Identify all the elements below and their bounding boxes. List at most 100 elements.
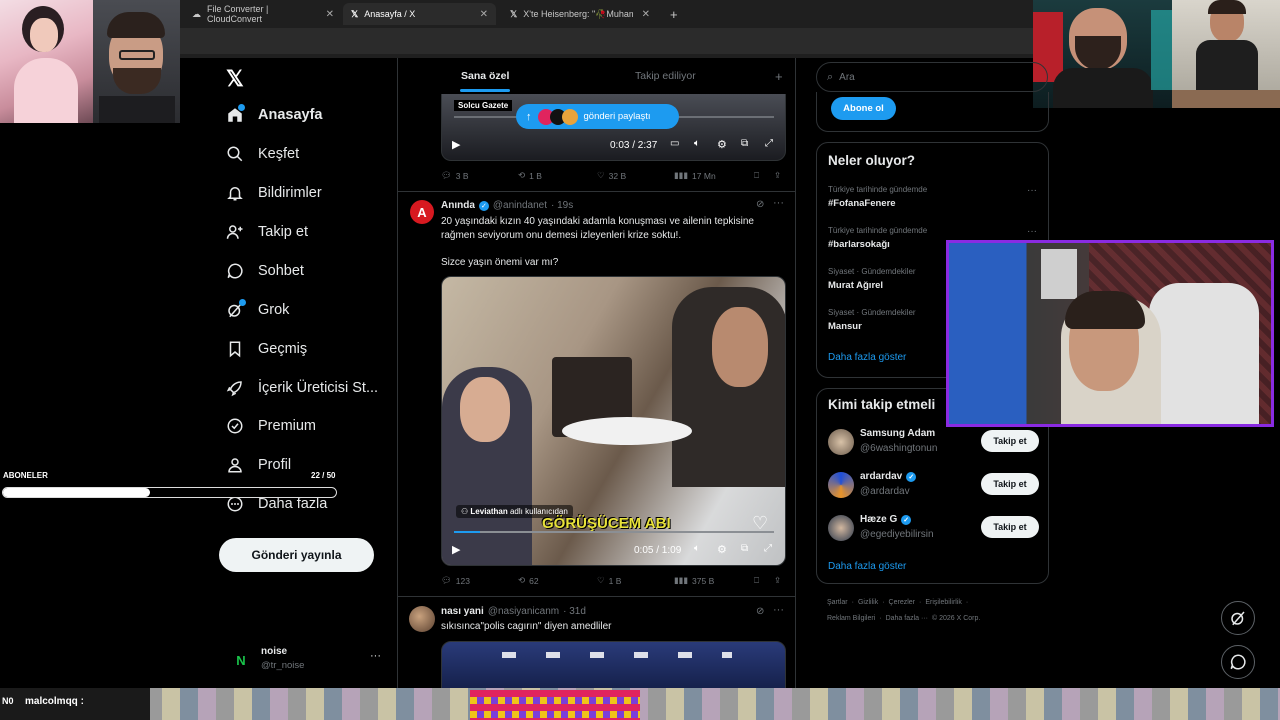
sidebar-item-chat[interactable]: Sohbet bbox=[226, 262, 304, 280]
browser-tab-heisenberg[interactable]: 𝕏 X'te Heisenberg: "🥀Muhamme ✕ bbox=[502, 3, 658, 25]
suggested-user-name-row[interactable]: ardardav ✓ bbox=[860, 471, 917, 482]
bookmark-button[interactable]: ⎕ bbox=[754, 170, 759, 181]
author-handle[interactable]: @anindanet bbox=[493, 200, 547, 211]
bookmark-button[interactable]: ⎕ bbox=[754, 575, 759, 586]
sidebar-item-explore[interactable]: Keşfet bbox=[226, 145, 299, 163]
sidebar-item-notifications[interactable]: Bildirimler bbox=[226, 184, 322, 202]
more-icon[interactable]: ··· bbox=[370, 650, 381, 662]
trend-item[interactable]: Türkiye tarihinde gündemde #barlarsokağı bbox=[828, 226, 927, 250]
search-box[interactable]: ⌕ Ara bbox=[816, 62, 1048, 92]
volume-icon[interactable]: 🔈︎ bbox=[694, 543, 700, 554]
footer-link[interactable]: Şartlar bbox=[827, 599, 848, 606]
close-tab-icon[interactable]: ✕ bbox=[642, 9, 650, 20]
who-to-follow-title: Kimi takip etmeli bbox=[828, 397, 936, 412]
share-button[interactable]: ⇪ bbox=[774, 575, 781, 586]
volume-icon[interactable]: 🔈︎ bbox=[694, 138, 700, 149]
reply-button[interactable]: 💬︎ 123 bbox=[441, 575, 470, 586]
sidebar-item-follow[interactable]: Takip et bbox=[226, 223, 308, 241]
author-name[interactable]: Anında bbox=[441, 200, 475, 211]
browser-tab-cloudconvert[interactable]: ☁ File Converter | CloudConvert ✕ bbox=[184, 3, 342, 25]
sidebar-item-profile[interactable]: Profil bbox=[226, 456, 291, 474]
suggested-user-name[interactable]: Samsung Adam bbox=[860, 428, 935, 439]
tab-following[interactable]: Takip ediliyor bbox=[635, 58, 696, 94]
footer-link[interactable]: Erişilebilirlik bbox=[925, 599, 962, 606]
grok-icon[interactable]: ⊘ bbox=[756, 606, 764, 617]
avatar[interactable] bbox=[828, 515, 854, 541]
account-name: noise bbox=[261, 646, 288, 657]
fullscreen-icon[interactable]: ⤢ bbox=[764, 543, 772, 554]
author-name[interactable]: nası yani bbox=[441, 606, 484, 617]
views-button[interactable]: ▮▮▮ 17 Mn bbox=[674, 170, 716, 181]
webcam-left-2 bbox=[93, 0, 180, 123]
sidebar-item-history[interactable]: Geçmiş bbox=[226, 340, 307, 358]
views-button[interactable]: ▮▮▮ 375 B bbox=[674, 575, 714, 586]
subscribe-button[interactable]: Abone ol bbox=[831, 97, 896, 120]
more-icon[interactable]: ··· bbox=[773, 604, 784, 616]
sidebar-item-premium[interactable]: Premium bbox=[226, 417, 316, 435]
new-tab-button[interactable]: + bbox=[662, 3, 682, 25]
grok-icon[interactable]: ⊘ bbox=[756, 199, 764, 210]
avatar[interactable] bbox=[828, 472, 854, 498]
settings-icon[interactable]: ⚙ bbox=[717, 543, 727, 556]
browser-tab-x-home[interactable]: 𝕏 Anasayfa / X ✕ bbox=[343, 3, 496, 25]
avatar[interactable] bbox=[828, 429, 854, 455]
like-button[interactable]: ♡ 1 B bbox=[597, 575, 621, 586]
video-progress[interactable] bbox=[454, 531, 774, 533]
post-button[interactable]: Gönderi yayınla bbox=[219, 538, 374, 572]
repost-button[interactable]: ⟲ 62 bbox=[518, 575, 539, 586]
address-bar[interactable] bbox=[180, 28, 1033, 54]
video-player[interactable]: ⚇ Leviathan adlı kullanıcıdan GÖRÜŞÜCEM … bbox=[441, 276, 786, 566]
play-icon[interactable]: ▶ bbox=[452, 138, 460, 151]
follow-button[interactable]: Takip et bbox=[981, 430, 1039, 452]
account-switcher[interactable]: N noise @tr_noise ··· bbox=[226, 646, 386, 676]
trend-item[interactable]: Siyaset · Gündemdekiler Mansur bbox=[828, 308, 916, 332]
grok-floating-button[interactable] bbox=[1221, 601, 1255, 635]
bookmark-icon bbox=[229, 341, 241, 358]
rocket-icon bbox=[226, 381, 242, 397]
close-tab-icon[interactable]: ✕ bbox=[326, 9, 334, 20]
show-more-follow-link[interactable]: Daha fazla göster bbox=[828, 561, 906, 572]
sidebar-item-home[interactable]: Anasayfa bbox=[226, 104, 322, 124]
avatar: N bbox=[228, 650, 254, 670]
more-icon[interactable]: ··· bbox=[1027, 226, 1037, 237]
messages-floating-button[interactable] bbox=[1221, 645, 1255, 679]
captions-icon[interactable]: ▭ bbox=[670, 138, 679, 149]
post-media[interactable] bbox=[441, 641, 786, 688]
pip-icon[interactable]: ⧉ bbox=[741, 543, 748, 554]
follow-button[interactable]: Takip et bbox=[981, 516, 1039, 538]
chat-badges-icon: N0 bbox=[2, 696, 14, 706]
footer-link[interactable]: Gizlilik bbox=[858, 599, 878, 606]
bookmark-icon: ⎕ bbox=[754, 170, 760, 180]
sidebar-item-grok[interactable]: Grok bbox=[226, 299, 289, 319]
settings-icon[interactable]: ⚙ bbox=[717, 138, 727, 151]
pip-icon[interactable]: ⧉ bbox=[741, 138, 748, 149]
share-button[interactable]: ⇪ bbox=[774, 170, 781, 181]
more-icon[interactable]: ··· bbox=[1027, 185, 1037, 196]
follow-button[interactable]: Takip et bbox=[981, 473, 1039, 495]
new-posts-pill[interactable]: ↑ gönderi paylaştı bbox=[516, 104, 679, 129]
trend-item[interactable]: Siyaset · Gündemdekiler Murat Ağırel bbox=[828, 267, 916, 291]
footer-link[interactable]: Reklam Bilgileri bbox=[827, 615, 875, 622]
suggested-user-name-row[interactable]: Hæze G ✓ bbox=[860, 514, 912, 525]
add-tab-button[interactable]: + bbox=[775, 58, 783, 94]
close-tab-icon[interactable]: ✕ bbox=[480, 9, 488, 20]
avatar[interactable] bbox=[409, 606, 435, 632]
trend-item[interactable]: Türkiye tarihinde gündemde #FofanaFenere bbox=[828, 185, 927, 209]
search-input[interactable]: Ara bbox=[839, 72, 855, 83]
sidebar-item-creator-studio[interactable]: İçerik Üreticisi St... bbox=[226, 379, 378, 397]
footer-link[interactable]: Daha fazla ··· bbox=[886, 615, 928, 622]
x-logo[interactable]: 𝕏 bbox=[226, 66, 244, 92]
reply-button[interactable]: 💬︎ 3 B bbox=[441, 170, 469, 181]
like-button[interactable]: ♡ 32 B bbox=[597, 170, 626, 181]
video-time: 0:03 / 2:37 bbox=[610, 140, 658, 151]
webcam-scene-chair bbox=[1149, 283, 1259, 424]
repost-button[interactable]: ⟲ 1 B bbox=[518, 170, 542, 181]
more-icon[interactable]: ··· bbox=[773, 197, 784, 209]
footer-link[interactable]: Çerezler bbox=[889, 599, 915, 606]
show-more-trends-link[interactable]: Daha fazla göster bbox=[828, 352, 906, 363]
fullscreen-icon[interactable]: ⤢ bbox=[765, 138, 773, 149]
play-icon[interactable]: ▶ bbox=[452, 543, 460, 556]
author-handle[interactable]: @nasiyanicanm bbox=[488, 606, 559, 617]
avatar[interactable]: A bbox=[410, 200, 434, 224]
subs-label: ABONELER bbox=[3, 471, 48, 480]
